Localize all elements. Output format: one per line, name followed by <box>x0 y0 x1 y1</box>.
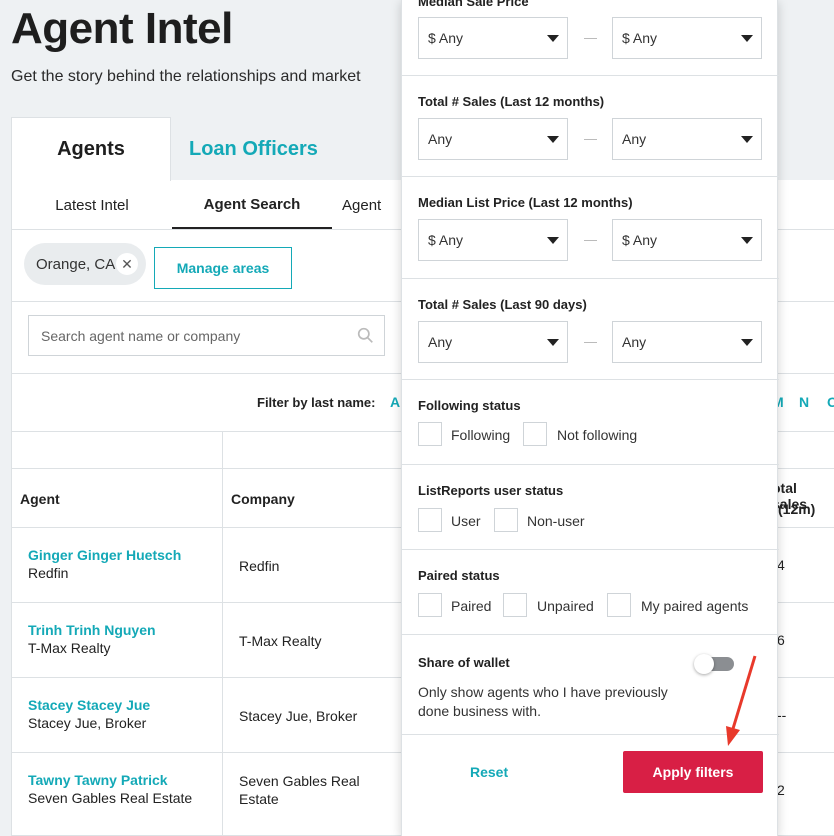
column-divider <box>222 432 223 836</box>
manage-areas-button[interactable]: Manage areas <box>154 247 292 289</box>
non-user-checkbox[interactable] <box>494 508 518 532</box>
select-value: Any <box>428 334 453 350</box>
share-of-wallet-description: Only show agents who I have previously d… <box>418 684 668 719</box>
filter-median-list-price: Median List Price (Last 12 months) $ Any… <box>402 177 779 279</box>
filter-paired-status: Paired status Paired Unpaired My paired … <box>402 550 779 635</box>
select-value: Any <box>622 334 647 350</box>
caret-down-icon <box>741 339 753 346</box>
caret-down-icon <box>547 35 559 42</box>
median-list-price-min-select[interactable]: $ Any <box>418 219 568 261</box>
company-line: Seven Gables Real <box>239 773 360 789</box>
company-cell: T-Max Realty <box>239 632 389 650</box>
select-value: Any <box>428 131 453 147</box>
range-dash <box>584 139 597 140</box>
letter-filter-n[interactable]: N <box>799 394 809 410</box>
search-icon <box>357 327 373 343</box>
subtab-latest-intel[interactable]: Latest Intel <box>12 181 172 229</box>
caret-down-icon <box>547 136 559 143</box>
caret-down-icon <box>741 136 753 143</box>
column-header-total-sales-period: (12m) <box>778 501 816 517</box>
tab-loan-officers[interactable]: Loan Officers <box>171 117 331 181</box>
checkbox-label: Following <box>451 427 511 443</box>
column-header-company[interactable]: Company <box>231 491 295 507</box>
filter-by-last-name-label: Filter by last name: <box>257 395 376 410</box>
paired-checkbox[interactable] <box>418 593 442 617</box>
company-cell: Redfin <box>239 557 389 575</box>
filter-title: Following status <box>418 398 521 413</box>
range-dash <box>584 38 597 39</box>
company-line: Estate <box>239 791 279 807</box>
agent-company: T-Max Realty <box>28 640 111 656</box>
filter-title: Median Sale Price <box>418 0 529 9</box>
company-cell: Seven Gables Real Estate <box>239 772 389 808</box>
filter-total-sales-90d: Total # Sales (Last 90 days) Any Any <box>402 279 779 380</box>
select-value: $ Any <box>622 30 658 46</box>
checkbox-label: Unpaired <box>537 598 594 614</box>
apply-filters-button[interactable]: Apply filters <box>623 751 763 793</box>
user-checkbox[interactable] <box>418 508 442 532</box>
company-cell: Stacey Jue, Broker <box>239 707 389 725</box>
agent-name-link[interactable]: Trinh Trinh Nguyen <box>28 622 156 638</box>
total-sales-90d-min-select[interactable]: Any <box>418 321 568 363</box>
filter-title: Total # Sales (Last 90 days) <box>418 297 587 312</box>
filter-title: Paired status <box>418 568 500 583</box>
filter-title: ListReports user status <box>418 483 564 498</box>
tab-agents[interactable]: Agents <box>11 117 171 181</box>
total-sales-cell: 2 <box>777 782 785 798</box>
checkbox-label: My paired agents <box>641 598 749 614</box>
subtab-agent-search[interactable]: Agent Search <box>172 181 332 229</box>
company-line: T-Max Realty <box>239 633 322 649</box>
caret-down-icon <box>547 339 559 346</box>
select-value: $ Any <box>428 30 464 46</box>
checkbox-label: Paired <box>451 598 492 614</box>
filter-title: Share of wallet <box>418 655 510 670</box>
select-value: $ Any <box>428 232 464 248</box>
filter-total-sales-12m: Total # Sales (Last 12 months) Any Any <box>402 76 779 177</box>
range-dash <box>584 342 597 343</box>
total-sales-90d-max-select[interactable]: Any <box>612 321 762 363</box>
company-line: Stacey Jue, Broker <box>239 708 358 724</box>
range-dash <box>584 240 597 241</box>
filter-following-status: Following status Following Not following <box>402 380 779 465</box>
median-sale-price-max-select[interactable]: $ Any <box>612 17 762 59</box>
filter-title: Total # Sales (Last 12 months) <box>418 94 605 109</box>
checkbox-label: Non-user <box>527 513 585 529</box>
annotation-arrow-icon <box>726 655 757 746</box>
caret-down-icon <box>547 237 559 244</box>
median-sale-price-min-select[interactable]: $ Any <box>418 17 568 59</box>
select-value: $ Any <box>622 232 658 248</box>
agent-name-link[interactable]: Stacey Stacey Jue <box>28 697 150 713</box>
select-value: Any <box>622 131 647 147</box>
agent-name-link[interactable]: Ginger Ginger Huetsch <box>28 547 181 563</box>
agent-company: Seven Gables Real Estate <box>28 790 193 806</box>
area-chip-label: Orange, CA <box>36 255 116 273</box>
caret-down-icon <box>741 35 753 42</box>
filter-title: Median List Price (Last 12 months) <box>418 195 633 210</box>
agent-name-link[interactable]: Tawny Tawny Patrick <box>28 772 168 788</box>
column-header-agent[interactable]: Agent <box>20 491 60 507</box>
following-checkbox[interactable] <box>418 422 442 446</box>
unpaired-checkbox[interactable] <box>503 593 527 617</box>
checkbox-label: User <box>451 513 481 529</box>
not-following-checkbox[interactable] <box>523 422 547 446</box>
total-sales-12m-min-select[interactable]: Any <box>418 118 568 160</box>
agent-company: Stacey Jue, Broker <box>28 715 147 731</box>
filter-median-sale-price: Median Sale Price $ Any $ Any <box>402 0 779 76</box>
checkbox-label: Not following <box>557 427 638 443</box>
area-chip: Orange, CA ✕ <box>24 243 146 285</box>
page-subtitle: Get the story behind the relationships a… <box>11 68 361 85</box>
total-sales-12m-max-select[interactable]: Any <box>612 118 762 160</box>
page-title: Agent Intel <box>11 4 233 53</box>
median-list-price-max-select[interactable]: $ Any <box>612 219 762 261</box>
filter-user-status: ListReports user status User Non-user <box>402 465 779 550</box>
my-paired-agents-checkbox[interactable] <box>607 593 631 617</box>
letter-filter-o[interactable]: O <box>827 394 834 410</box>
company-line: Redfin <box>239 558 280 574</box>
reset-button[interactable]: Reset <box>470 764 508 780</box>
close-icon[interactable]: ✕ <box>116 253 138 275</box>
caret-down-icon <box>741 237 753 244</box>
search-placeholder: Search agent name or company <box>41 327 241 344</box>
search-input[interactable]: Search agent name or company <box>28 315 385 356</box>
agent-company: Redfin <box>28 565 69 581</box>
